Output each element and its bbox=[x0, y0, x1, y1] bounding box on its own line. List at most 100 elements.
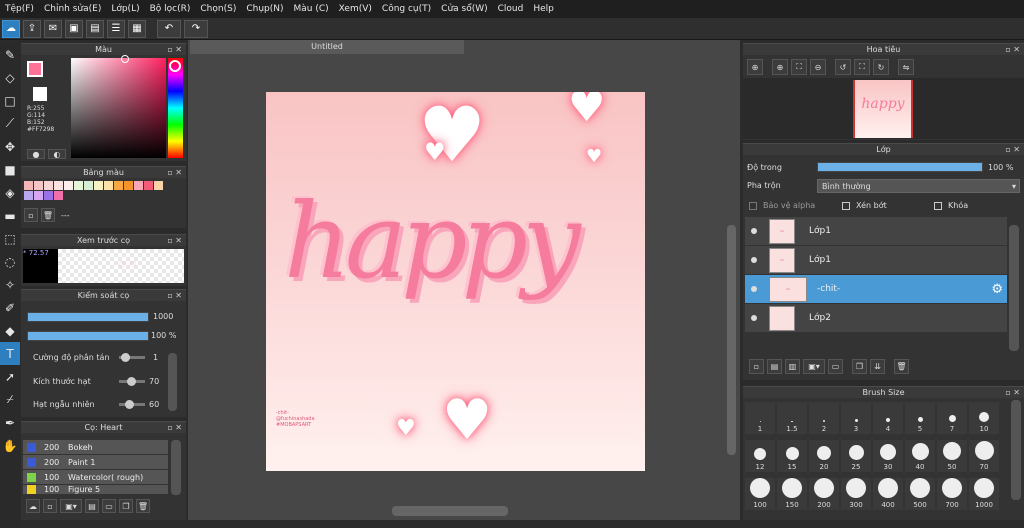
list-icon[interactable]: ☰ bbox=[107, 19, 125, 38]
list-item[interactable]: 200 Paint 1 bbox=[23, 455, 168, 470]
brush-size-option[interactable]: 20 bbox=[809, 440, 839, 472]
brush-size-option[interactable]: 25 bbox=[841, 440, 871, 472]
palette-swatch[interactable] bbox=[54, 181, 63, 190]
brush-size-option[interactable]: 1.5 bbox=[777, 402, 807, 434]
visibility-icon[interactable] bbox=[751, 315, 757, 321]
pen-tool-icon[interactable]: ✒ bbox=[0, 411, 20, 434]
menu-cloud[interactable]: Cloud bbox=[493, 4, 529, 14]
canvas-vertical-scrollbar[interactable] bbox=[727, 225, 736, 455]
brush-list-scrollbar[interactable] bbox=[171, 440, 181, 495]
list-item[interactable]: 100 Figure 5 bbox=[23, 485, 168, 495]
brush-size-option[interactable]: 4 bbox=[873, 402, 903, 434]
palette-swatch[interactable] bbox=[44, 181, 53, 190]
operation-tool-icon[interactable]: ➚ bbox=[0, 365, 20, 388]
canvas-horizontal-scrollbar[interactable] bbox=[392, 506, 508, 516]
panel-controls-icon[interactable]: ▫ ✕ bbox=[167, 167, 182, 179]
panel-controls-icon[interactable]: ▫ ✕ bbox=[167, 235, 182, 247]
saturation-value-picker[interactable] bbox=[71, 58, 166, 158]
visibility-icon[interactable] bbox=[751, 257, 757, 263]
menu-view[interactable]: Xem(V) bbox=[334, 4, 377, 14]
menu-help[interactable]: Help bbox=[528, 4, 559, 14]
menu-capture[interactable]: Chụp(N) bbox=[241, 4, 288, 14]
trash-icon[interactable]: 🗑 bbox=[136, 499, 150, 513]
palette-swatch[interactable] bbox=[24, 181, 33, 190]
trash-icon[interactable]: 🗑 bbox=[41, 208, 55, 222]
new-layer-icon[interactable]: ▫ bbox=[749, 359, 764, 374]
layer-row-selected[interactable]: ~ -chit- ⚙ bbox=[745, 275, 1007, 304]
panel-controls-icon[interactable]: ▫ ✕ bbox=[167, 290, 182, 302]
eraser-tool-icon[interactable]: ◇ bbox=[0, 66, 20, 89]
brush-size-option[interactable]: 7 bbox=[937, 402, 967, 434]
layer-row[interactable]: Lớp2 bbox=[745, 304, 1007, 333]
brush-size-option[interactable]: 15 bbox=[777, 440, 807, 472]
redo-icon[interactable]: ↷ bbox=[184, 19, 208, 38]
scatter-slider[interactable] bbox=[119, 353, 145, 362]
cloud-brush-icon[interactable]: ☁ bbox=[26, 499, 40, 513]
document-icon[interactable]: ▤ bbox=[86, 19, 104, 38]
brush-size-option[interactable]: 150 bbox=[777, 478, 807, 510]
fill-rect-tool-icon[interactable]: ■ bbox=[0, 158, 20, 181]
trash-icon[interactable]: 🗑 bbox=[894, 359, 909, 374]
hue-slider-handle[interactable] bbox=[169, 60, 181, 72]
hand-tool-icon[interactable]: ✋ bbox=[0, 434, 20, 457]
panel-controls-icon[interactable]: ▫ ✕ bbox=[1005, 387, 1020, 399]
palette-swatch[interactable] bbox=[34, 191, 43, 200]
shape-tool-icon[interactable]: □ bbox=[0, 89, 20, 112]
duplicate-icon[interactable]: ❐ bbox=[119, 499, 133, 513]
palette-swatch[interactable] bbox=[24, 191, 33, 200]
menu-file[interactable]: Tệp(F) bbox=[0, 4, 39, 14]
new-layer-8bit-icon[interactable]: ▤ bbox=[767, 359, 782, 374]
grid-icon[interactable]: ▦ bbox=[128, 19, 146, 38]
lock-checkbox[interactable]: Khóa bbox=[934, 201, 968, 210]
select-rect-tool-icon[interactable]: ⬚ bbox=[0, 227, 20, 250]
flip-icon[interactable]: ⇋ bbox=[898, 59, 914, 75]
palette-swatch[interactable] bbox=[74, 181, 83, 190]
zoom-out-icon[interactable]: ⊖ bbox=[810, 59, 826, 75]
eyedropper-tool-icon[interactable]: ⌿ bbox=[0, 388, 20, 411]
list-item[interactable]: 100 Watercolor( rough) bbox=[23, 470, 168, 485]
brush-size-scrollbar[interactable] bbox=[1011, 400, 1021, 500]
brush-size-option[interactable]: 40 bbox=[905, 440, 935, 472]
new-page-icon[interactable]: ▫ bbox=[24, 208, 38, 222]
navigator-preview[interactable]: happy bbox=[743, 78, 1024, 139]
folder-icon[interactable]: ▭ bbox=[828, 359, 843, 374]
brush-size-option[interactable]: 500 bbox=[905, 478, 935, 510]
panel-controls-icon[interactable]: ▫ ✕ bbox=[1005, 44, 1020, 56]
undo-icon[interactable]: ↶ bbox=[157, 19, 181, 38]
new-layer-menu-icon[interactable]: ▣▾ bbox=[803, 359, 825, 374]
menu-select[interactable]: Chọn(S) bbox=[195, 4, 241, 14]
brush-control-scrollbar[interactable] bbox=[168, 353, 177, 411]
brush-opacity-slider[interactable] bbox=[27, 331, 149, 341]
magic-wand-tool-icon[interactable]: ✧ bbox=[0, 273, 20, 296]
palette-swatch[interactable] bbox=[144, 181, 153, 190]
fit-window-icon[interactable]: ⛶ bbox=[791, 59, 807, 75]
brush-size-option[interactable]: 3 bbox=[841, 402, 871, 434]
brush-size-option[interactable]: 700 bbox=[937, 478, 967, 510]
menu-layer[interactable]: Lớp(L) bbox=[106, 4, 144, 14]
rotate-left-icon[interactable]: ↺ bbox=[835, 59, 851, 75]
brush-settings-icon[interactable]: ▤ bbox=[85, 499, 99, 513]
palette-swatch[interactable] bbox=[154, 181, 163, 190]
bucket-tool-icon[interactable]: ◈ bbox=[0, 181, 20, 204]
visibility-icon[interactable] bbox=[751, 286, 757, 292]
brush-size-option[interactable]: 12 bbox=[745, 440, 775, 472]
brush-type-icon[interactable]: ▣▾ bbox=[60, 499, 82, 513]
comment-icon[interactable]: ✉ bbox=[44, 19, 62, 38]
lasso-tool-icon[interactable]: ◌ bbox=[0, 250, 20, 273]
blend-mode-select[interactable]: Bình thường ▾ bbox=[817, 179, 1020, 193]
zoom-in-icon[interactable]: ⊕ bbox=[747, 59, 763, 75]
random-slider[interactable] bbox=[119, 400, 145, 409]
line-tool-icon[interactable]: ⟋ bbox=[0, 112, 20, 135]
brush-size-option[interactable]: 1000 bbox=[969, 478, 999, 510]
reset-view-icon[interactable]: ⛶ bbox=[854, 59, 870, 75]
layer-list-scrollbar[interactable] bbox=[1009, 225, 1019, 351]
palette-swatch[interactable] bbox=[44, 191, 53, 200]
layer-opacity-slider[interactable] bbox=[817, 162, 983, 172]
move-tool-icon[interactable]: ✥ bbox=[0, 135, 20, 158]
menu-window[interactable]: Cửa sổ(W) bbox=[436, 4, 492, 14]
select-pen-tool-icon[interactable]: ✐ bbox=[0, 296, 20, 319]
brush-size-option[interactable]: 400 bbox=[873, 478, 903, 510]
color-mode-button[interactable]: ● bbox=[27, 149, 45, 159]
protect-alpha-checkbox[interactable]: Bảo vệ alpha bbox=[749, 201, 815, 210]
gradient-tool-icon[interactable]: ▬ bbox=[0, 204, 20, 227]
